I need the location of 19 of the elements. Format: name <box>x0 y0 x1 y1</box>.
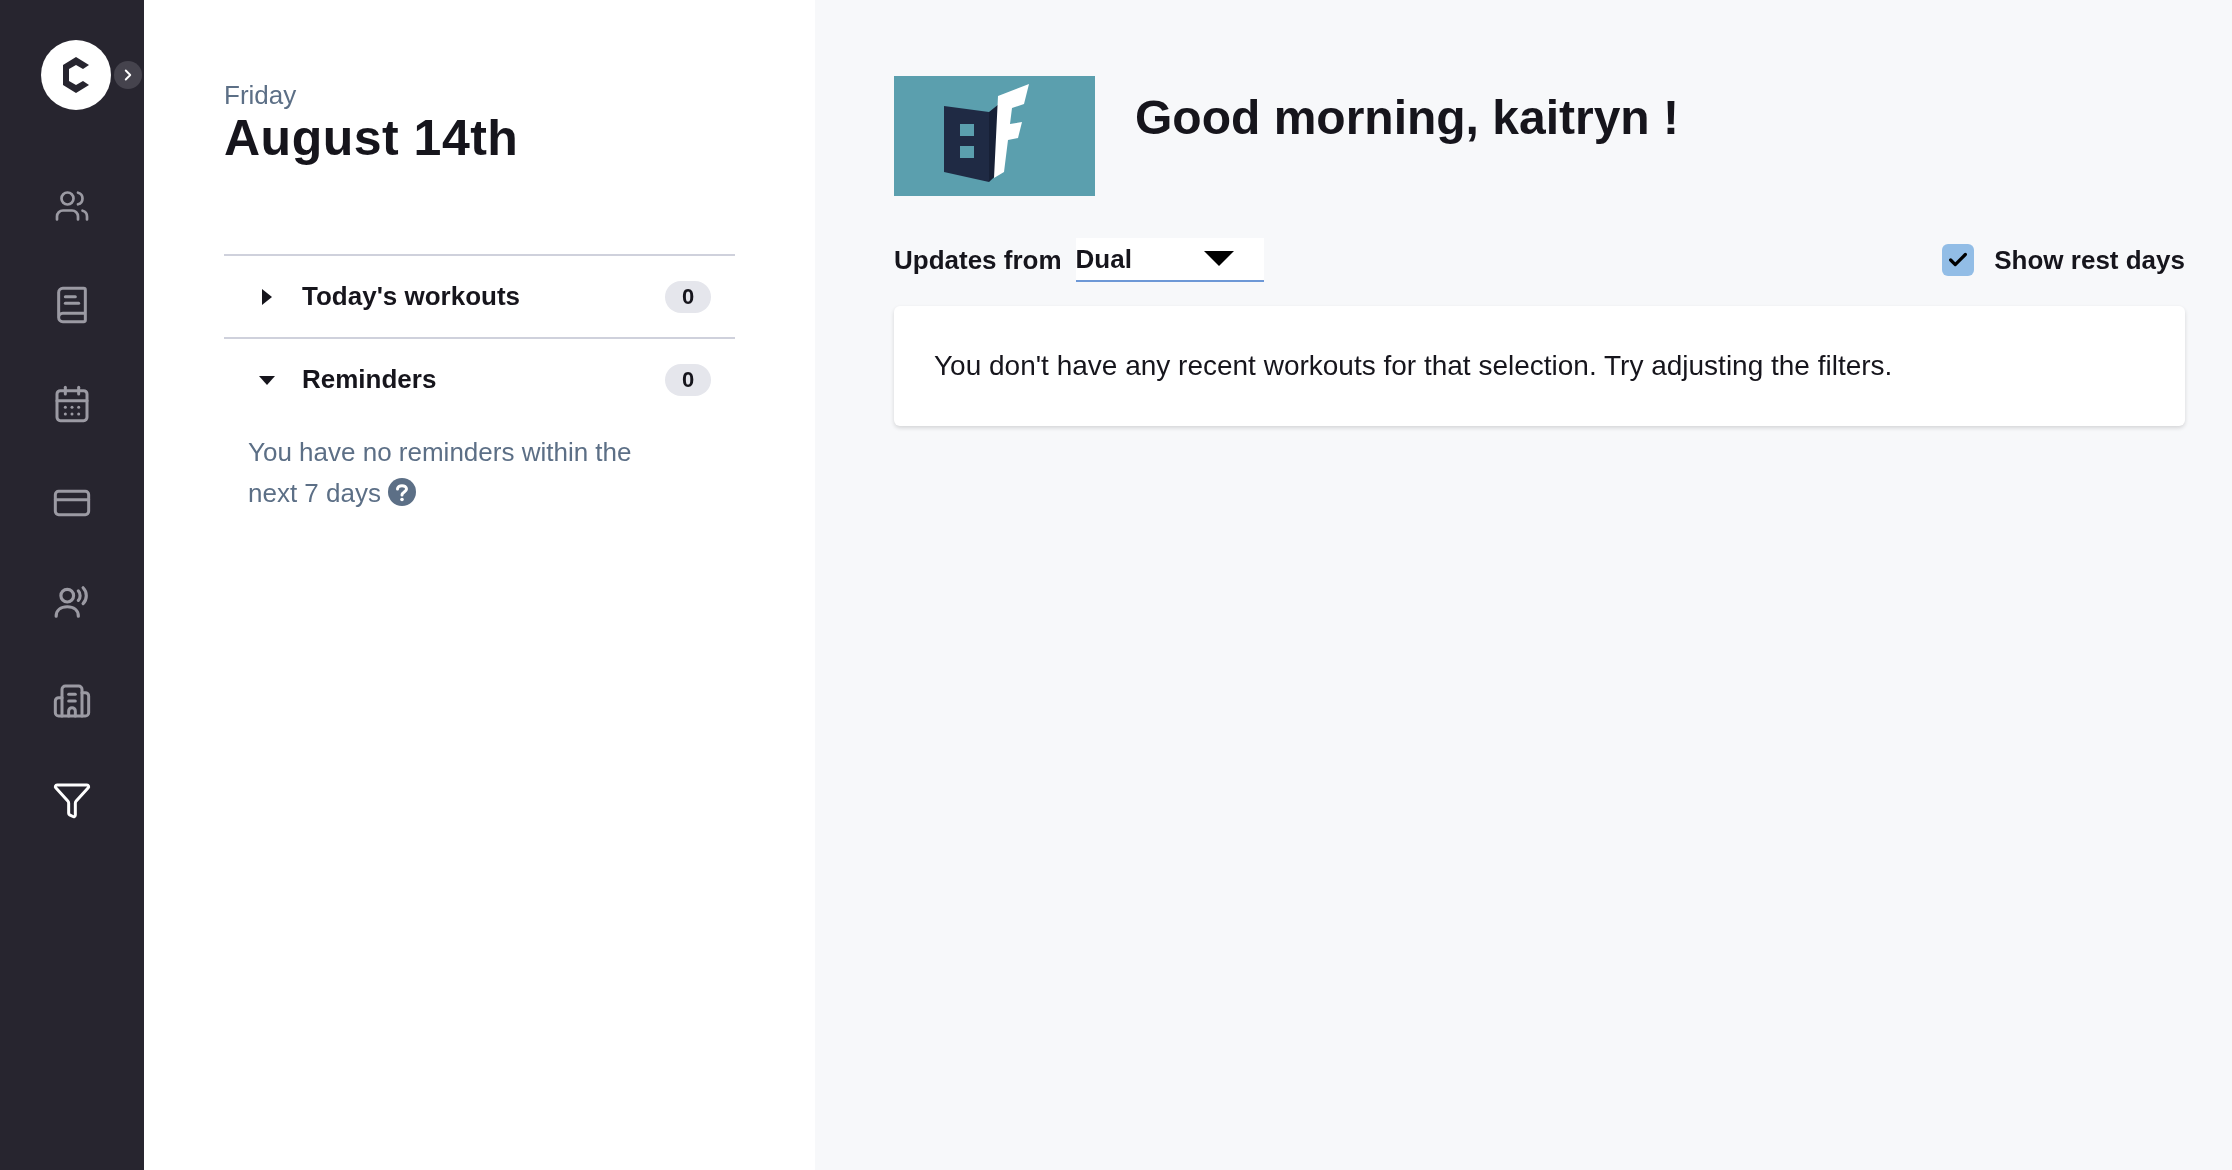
filter-label: Updates from <box>894 244 1062 276</box>
date-title: August 14th <box>224 111 520 167</box>
section-header[interactable]: Reminders 0 <box>224 339 735 421</box>
checkbox[interactable] <box>1942 244 1975 276</box>
weekday: Friday <box>224 80 298 112</box>
checkbox-label: Show rest days <box>1994 244 2185 276</box>
person-speaking-icon[interactable] <box>53 583 91 621</box>
count-badge: 0 <box>665 280 711 313</box>
expand-button[interactable] <box>114 61 142 89</box>
help-icon[interactable] <box>388 478 417 507</box>
updates-dropdown[interactable]: Dual <box>1075 238 1264 282</box>
section-header[interactable]: Today's workouts 0 <box>224 256 735 340</box>
empty-message: You have no reminders within the next 7 days <box>248 436 633 511</box>
empty-state-message: You don't have any recent workouts for that selection. Try adjusting the filters. <box>934 350 1894 382</box>
count-badge: 0 <box>665 363 711 396</box>
greeting: Good morning, kaitryn ! <box>1135 90 1679 145</box>
section-label: Today's workouts <box>302 281 522 313</box>
section-label: Reminders <box>302 364 438 396</box>
dropdown-arrow-icon <box>1203 251 1234 267</box>
